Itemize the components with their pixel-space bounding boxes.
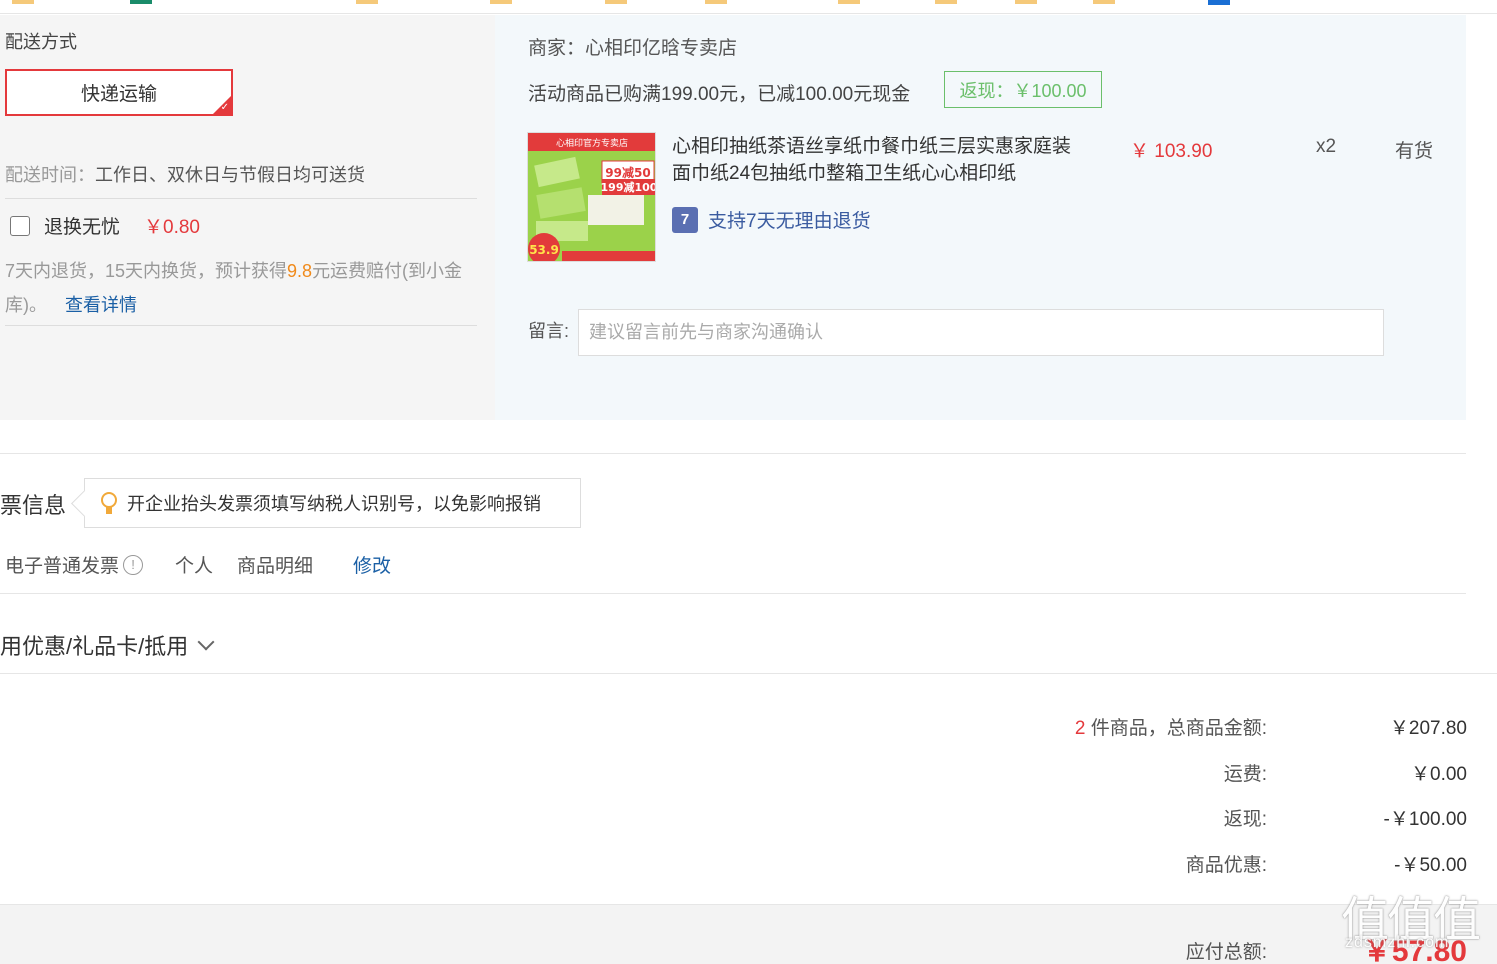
watermark-url: zdsmzhi.com: [1345, 934, 1450, 951]
invoice-content: 商品明细: [237, 556, 314, 577]
promo-text: 活动商品已购满199.00元，已减100.00元现金: [528, 84, 911, 105]
discount-value: -￥50.00: [1394, 855, 1467, 876]
coupon-label: 用优惠/礼品卡/抵用: [0, 634, 189, 659]
image-promo-1: 99减50: [605, 165, 650, 180]
return-desc-text: 7天内退货，15天内换货，预计获得: [5, 261, 288, 281]
nav-tab-icon[interactable]: [12, 0, 34, 4]
payable-bar: [0, 904, 1497, 964]
invoice-section-title: 票信息: [0, 493, 67, 518]
divider: [5, 325, 477, 326]
product-image[interactable]: 心相印官方专卖店 99减50 199减100 53.9: [527, 132, 656, 262]
merchant-name: 商家：心相印亿晗专卖店: [528, 38, 738, 59]
invoice-type: 电子普通发票: [5, 556, 120, 577]
product-title-link[interactable]: 心相印抽纸茶语丝享纸巾餐巾纸三层实惠家庭装面巾纸24包抽纸巾整箱卫生纸心心相印纸: [672, 133, 1072, 187]
nav-tab-icon[interactable]: [935, 0, 957, 4]
cashback-label: 返现:: [1223, 809, 1267, 830]
nav-tab-icon[interactable]: [705, 0, 727, 4]
shipping-title: 配送方式: [5, 32, 77, 52]
nav-tab-icon[interactable]: [130, 0, 152, 4]
cashback-value: -￥100.00: [1383, 809, 1467, 830]
item-count: 2: [1074, 718, 1086, 739]
nav-tab-icon[interactable]: [356, 0, 378, 4]
product-quantity: x2: [1316, 136, 1337, 157]
cashback-badge: 返现：￥100.00: [944, 71, 1102, 108]
info-icon[interactable]: !: [123, 554, 144, 575]
goods-total-text: 件商品，总商品金额:: [1085, 718, 1267, 739]
divider: [0, 593, 1466, 594]
invoice-tip: 开企业抬头发票须填写纳税人识别号，以免影响报销: [84, 478, 581, 528]
invoice-tip-text: 开企业抬头发票须填写纳税人识别号，以免影响报销: [127, 494, 541, 514]
nav-tab-icon[interactable]: [1015, 0, 1037, 4]
payable-label: 应付总额:: [1185, 942, 1267, 963]
image-price-tag: 53.9: [529, 243, 559, 257]
product-stock-status: 有货: [1395, 141, 1434, 162]
note-label: 留言:: [528, 321, 570, 341]
return-insurance-description: 7天内退货，15天内换货，预计获得9.8元运费赔付(到小金库)。 查看详情: [5, 254, 475, 322]
watermark-logo: 值值值 zdsmzhi.com: [1341, 880, 1491, 960]
seven-day-return-text: 支持7天无理由退货: [708, 211, 871, 232]
return-insurance-row: 退换无忧 ￥0.80: [10, 212, 200, 239]
check-icon: ✓: [220, 102, 229, 113]
nav-tab-icon[interactable]: [605, 0, 627, 4]
freight-value: ￥0.00: [1411, 764, 1467, 785]
nav-tab-icon[interactable]: [838, 0, 860, 4]
freight-label: 运费:: [1223, 764, 1267, 785]
edit-invoice-link[interactable]: 修改: [353, 551, 391, 578]
goods-total-label: 2 件商品，总商品金额:: [1075, 713, 1267, 740]
delivery-time: 配送时间：工作日、双休日与节假日均可送货: [5, 161, 365, 187]
return-insurance-price: ￥0.80: [144, 217, 200, 238]
coupon-toggle[interactable]: 用优惠/礼品卡/抵用: [0, 629, 215, 661]
view-details-link[interactable]: 查看详情: [65, 295, 137, 315]
chevron-down-icon: [197, 633, 215, 651]
express-shipping-button[interactable]: 快递运输 ✓: [5, 69, 233, 116]
nav-tab-icon[interactable]: [1208, 0, 1230, 5]
divider: [5, 198, 477, 199]
express-shipping-label: 快递运输: [80, 84, 157, 105]
product-image-art: 心相印官方专卖店 99减50 199减100 53.9: [528, 133, 656, 261]
return-insurance-label: 退换无忧: [44, 217, 121, 238]
seven-day-return-support: 7 支持7天无理由退货: [672, 206, 871, 233]
goods-total-value: ￥207.80: [1389, 718, 1467, 739]
return-insurance-checkbox[interactable]: [10, 215, 30, 236]
image-promo-2: 199减100: [601, 180, 656, 194]
invoice-details: 电子普通发票 ! 个人 商品明细 修改: [5, 551, 391, 578]
discount-label: 商品优惠:: [1185, 855, 1267, 876]
lightbulb-icon: [99, 491, 119, 515]
divider: [0, 673, 1497, 674]
top-nav-strip: [0, 0, 1497, 14]
nav-tab-icon[interactable]: [1093, 0, 1115, 4]
divider: [0, 453, 1466, 454]
note-input[interactable]: [578, 309, 1384, 356]
nav-tab-icon[interactable]: [490, 0, 512, 4]
invoice-holder: 个人: [175, 556, 214, 577]
image-brand-text: 心相印官方专卖店: [556, 137, 628, 149]
return-desc-highlight: 9.8: [287, 261, 313, 281]
delivery-time-label: 配送时间：: [5, 165, 95, 185]
delivery-time-value: 工作日、双休日与节假日均可送货: [95, 165, 365, 185]
product-price: ￥ 103.90: [1130, 141, 1213, 162]
seven-day-return-icon: 7: [672, 206, 698, 233]
